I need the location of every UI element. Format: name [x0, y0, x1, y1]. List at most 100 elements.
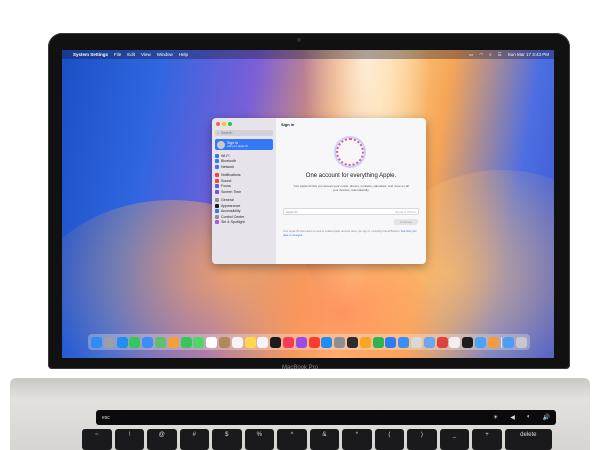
avatar: [217, 140, 225, 149]
settings-window: ⌕ Search Sign in with your Apple ID Wi-F…: [212, 118, 426, 264]
fine-print-text: Your Apple ID information is used to ena…: [283, 230, 400, 233]
dock-separator: [500, 336, 502, 348]
keyboard-key[interactable]: _: [439, 429, 470, 450]
network-icon: [215, 164, 219, 169]
keyboard-key[interactable]: +: [472, 429, 502, 450]
keyboard-key[interactable]: #: [179, 429, 210, 450]
close-button[interactable]: [216, 122, 220, 126]
touch-bar-controls: ☀ ◀ ◐ 🔊: [493, 414, 550, 421]
battery-icon[interactable]: ▭: [469, 52, 473, 58]
gear-icon: [215, 197, 219, 202]
keyboard-key[interactable]: ): [407, 429, 437, 450]
notes-icon[interactable]: [244, 336, 256, 348]
photos-icon[interactable]: [167, 336, 179, 348]
touch-bar-control[interactable]: ◀: [510, 414, 515, 421]
dock: [88, 334, 530, 350]
touch-bar: esc ☀ ◀ ◐ 🔊: [96, 410, 556, 425]
continue-button[interactable]: Continue: [394, 219, 418, 225]
keyboard-key[interactable]: %: [244, 429, 275, 450]
app-store-icon[interactable]: [321, 336, 333, 348]
phone-icon[interactable]: [193, 336, 205, 348]
search-field[interactable]: ⌕ Search: [215, 130, 273, 136]
keyboard-key[interactable]: ^: [277, 429, 307, 450]
downloads-icon[interactable]: [503, 336, 515, 348]
touch-bar-control[interactable]: 🔊: [543, 414, 550, 421]
chess-icon[interactable]: [410, 336, 422, 348]
keyboard-key[interactable]: &: [309, 429, 340, 450]
sidebar-item-siri-spotlight[interactable]: Siri & Spotlight: [215, 220, 273, 226]
sign-in-pane: Sign in One account for everything Apple…: [276, 118, 426, 264]
preview-icon[interactable]: [423, 336, 435, 348]
messages-icon[interactable]: [129, 336, 141, 348]
calendar-icon[interactable]: [206, 336, 218, 348]
menu-app-name[interactable]: System Settings: [73, 52, 108, 57]
keyboard-key[interactable]: @: [147, 429, 177, 450]
menu-window[interactable]: Window: [157, 52, 173, 57]
keyboard-key[interactable]: (: [374, 429, 405, 450]
news-icon[interactable]: [308, 336, 320, 348]
camera: [297, 38, 301, 42]
touch-bar-control[interactable]: ☀: [493, 414, 498, 421]
sidebar-item-sign-in[interactable]: Sign in with your Apple ID: [215, 139, 273, 150]
fine-print: Your Apple ID information is used to ena…: [283, 230, 419, 237]
wifi-icon: [215, 153, 219, 158]
keynote-icon[interactable]: [385, 336, 397, 348]
search-icon[interactable]: ⌕: [489, 52, 492, 57]
headline: One account for everything Apple.: [305, 173, 397, 179]
menu-edit[interactable]: Edit: [127, 52, 135, 57]
window-controls: [216, 122, 273, 126]
facetime-icon[interactable]: [180, 336, 192, 348]
music-icon[interactable]: [282, 336, 294, 348]
trash-icon[interactable]: [516, 336, 528, 348]
field-label: Apple ID: [286, 209, 298, 214]
sidebar-item-label: Siri & Spotlight: [221, 220, 245, 225]
esc-key[interactable]: esc: [102, 415, 110, 421]
sidebar-item-label: Accessibility: [221, 209, 241, 214]
menu-clock[interactable]: Sun Mar 17 3:43 PM: [508, 52, 549, 57]
screen: System Settings File Edit View Window He…: [62, 50, 554, 358]
weather-icon[interactable]: [474, 336, 486, 348]
font-book-icon[interactable]: [449, 336, 461, 348]
pane-title: Sign in: [281, 122, 295, 127]
moon-icon: [215, 184, 219, 189]
stocks-icon[interactable]: [462, 336, 474, 348]
touch-bar-control[interactable]: ◐: [527, 414, 531, 421]
keyboard-key[interactable]: *: [342, 429, 372, 450]
keyboard-key[interactable]: !: [114, 429, 145, 450]
menu-view[interactable]: View: [141, 52, 151, 57]
xcode-icon[interactable]: [398, 336, 410, 348]
zoom-button[interactable]: [228, 122, 232, 126]
home-icon[interactable]: [487, 336, 499, 348]
launchpad-icon[interactable]: [103, 336, 115, 348]
menu-help[interactable]: Help: [179, 52, 188, 57]
accessibility-icon: [215, 209, 219, 214]
menu-file[interactable]: File: [114, 52, 121, 57]
control-center-icon[interactable]: ☰: [498, 52, 502, 58]
menu-status-area: ▭ ◠ ⌕ ☰ Sun Mar 17 3:43 PM: [469, 52, 549, 58]
wifi-icon[interactable]: ◠: [479, 52, 483, 58]
apple-id-field[interactable]: Apple ID Email or Phone: [283, 208, 419, 215]
search-placeholder: Search: [221, 131, 233, 135]
maps-icon[interactable]: [154, 336, 166, 348]
keyboard-key[interactable]: ~: [82, 429, 112, 450]
keyboard-key[interactable]: $: [212, 429, 242, 450]
numbers-icon[interactable]: [372, 336, 384, 348]
reminders-icon[interactable]: [231, 336, 243, 348]
podcasts-icon[interactable]: [295, 336, 307, 348]
mail-icon[interactable]: [142, 336, 154, 348]
contacts-icon[interactable]: [218, 336, 230, 348]
tv-icon[interactable]: [270, 336, 282, 348]
sidebar-item-label: Screen Time: [221, 189, 242, 194]
photo-booth-icon[interactable]: [436, 336, 448, 348]
iphone-mirroring-icon[interactable]: [346, 336, 358, 348]
sidebar-item-label: Network: [221, 164, 235, 169]
safari-icon[interactable]: [116, 336, 128, 348]
keyboard-key[interactable]: delete: [504, 429, 552, 450]
system-settings-icon[interactable]: [334, 336, 346, 348]
minimize-button[interactable]: [222, 122, 226, 126]
freeform-icon[interactable]: [257, 336, 269, 348]
finder-icon[interactable]: [91, 336, 102, 348]
sidebar-list: Wi-Fi Bluetooth Network Notifications Sound F…: [215, 153, 273, 225]
sidebar-item-label: Bluetooth: [221, 159, 237, 164]
pages-icon[interactable]: [359, 336, 371, 348]
